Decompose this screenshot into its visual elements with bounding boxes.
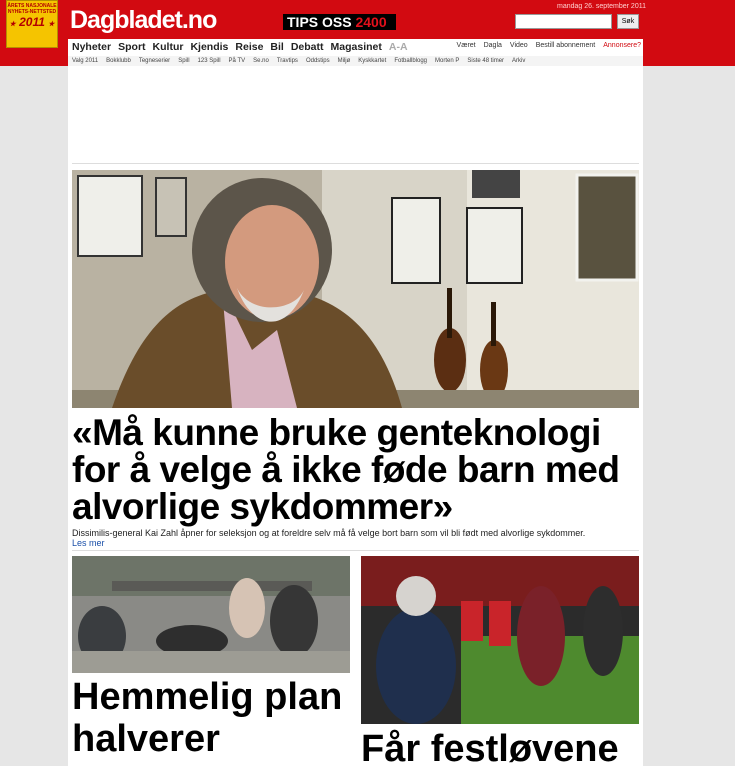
award-badge-year: ★ 2011 ★ <box>9 15 55 29</box>
nav-link-dagla[interactable]: Dagla <box>484 42 502 49</box>
main-story-photo-art <box>72 170 639 408</box>
tips-label: TIPS OSS <box>287 14 352 30</box>
nav-link-weather[interactable]: Været <box>457 42 476 49</box>
nav-item-kultur[interactable]: Kultur <box>153 41 184 53</box>
story2-photo[interactable] <box>72 556 350 673</box>
nav-item-nyheter[interactable]: Nyheter <box>72 41 111 53</box>
story3-photo[interactable] <box>361 556 639 724</box>
award-badge[interactable]: ÅRETS NASJONALE NYHETS-NETTSTED ★ 2011 ★ <box>6 0 58 48</box>
search-input[interactable] <box>515 14 612 29</box>
nav-item-reise[interactable]: Reise <box>235 41 263 53</box>
tips-number: 2400 <box>355 14 387 30</box>
utility-nav: Været Dagla Video Bestill abonnement Ann… <box>457 42 641 49</box>
star-icon: ★ <box>9 21 16 28</box>
current-date: mandag 26. september 2011 <box>557 3 646 10</box>
main-story-lead: Dissimilis-general Kai Zahl åpner for se… <box>72 528 586 538</box>
subnav-item[interactable]: Oddstips <box>306 56 330 66</box>
subnav-item[interactable]: Morten P <box>435 56 459 66</box>
sub-nav: Valg 2011 Bokklubb Tegneserier Spill 123… <box>68 56 643 66</box>
main-nav-list: Nyheter Sport Kultur Kjendis Reise Bil D… <box>72 41 408 53</box>
nav-item-magasinet[interactable]: Magasinet <box>331 41 382 53</box>
text-size-toggle[interactable]: A-A <box>389 41 408 53</box>
subnav-item[interactable]: Arkiv <box>512 56 525 66</box>
nav-item-sport[interactable]: Sport <box>118 41 145 53</box>
story2-photo-art <box>72 556 350 673</box>
main-nav: Nyheter Sport Kultur Kjendis Reise Bil D… <box>68 39 643 56</box>
story2-headline[interactable]: Hemmelig plan halverer <box>72 676 362 760</box>
tips-banner[interactable]: TIPS OSS 2400 <box>283 14 396 30</box>
subnav-item[interactable]: Fotballblogg <box>394 56 427 66</box>
search-button[interactable]: Søk <box>617 14 639 29</box>
story3-photo-art <box>361 556 639 724</box>
nav-link-advertise[interactable]: Annonsere? <box>603 42 641 49</box>
nav-link-subscribe[interactable]: Bestill abonnement <box>536 42 596 49</box>
award-badge-text: ÅRETS NASJONALE NYHETS-NETTSTED <box>7 3 57 15</box>
subnav-item[interactable]: Siste 48 timer <box>467 56 504 66</box>
nav-item-bil[interactable]: Bil <box>270 41 283 53</box>
site-logo[interactable]: Dagbladet.no <box>70 6 217 35</box>
subnav-item[interactable]: Se.no <box>253 56 269 66</box>
story3-headline[interactable]: Får festløvene <box>361 728 651 766</box>
front-page-content: «Må kunne bruke genteknologi for å velge… <box>68 66 643 766</box>
read-more-link[interactable]: Les mer <box>72 538 105 548</box>
nav-item-debatt[interactable]: Debatt <box>291 41 324 53</box>
nav-link-video[interactable]: Video <box>510 42 528 49</box>
subnav-item[interactable]: Travtips <box>277 56 298 66</box>
subnav-item[interactable]: Tegneserier <box>139 56 170 66</box>
main-story-photo[interactable] <box>72 170 639 408</box>
subnav-item[interactable]: Bokklubb <box>106 56 131 66</box>
subnav-item[interactable]: Miljø <box>338 56 351 66</box>
subnav-item[interactable]: 123 Spill <box>198 56 221 66</box>
subnav-item[interactable]: På TV <box>229 56 246 66</box>
subnav-item[interactable]: Kyskkartet <box>358 56 386 66</box>
main-story-headline[interactable]: «Må kunne bruke genteknologi for å velge… <box>72 414 639 525</box>
section-divider <box>72 550 639 551</box>
nav-item-kjendis[interactable]: Kjendis <box>190 41 228 53</box>
subnav-item[interactable]: Spill <box>178 56 189 66</box>
subnav-item[interactable]: Valg 2011 <box>72 56 98 66</box>
star-icon: ★ <box>48 21 55 28</box>
ad-space <box>72 70 639 164</box>
